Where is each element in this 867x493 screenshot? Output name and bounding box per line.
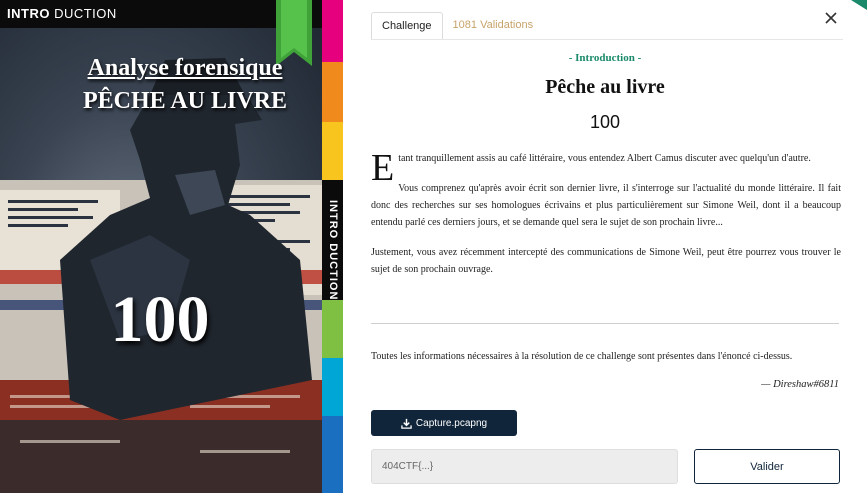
- challenge-cover: INTRO DUCTION Analyse forensique PÊCHE A…: [0, 0, 322, 493]
- spine-band-blue: [322, 416, 343, 493]
- section-divider: [371, 323, 839, 324]
- spine-band-pink: [322, 0, 343, 62]
- cover-score: 100: [110, 283, 210, 356]
- flag-input[interactable]: 404CTF{...}: [371, 449, 678, 484]
- close-icon[interactable]: [823, 10, 839, 26]
- drop-cap: E: [371, 147, 395, 189]
- brand-logo: INTRO DUCTION: [7, 6, 117, 21]
- tab-challenge[interactable]: Challenge: [371, 12, 443, 40]
- tab-bar: Challenge 1081 Validations: [371, 12, 543, 40]
- spine-label: INTRO DUCTION: [327, 200, 339, 301]
- spine-band-cyan: [322, 358, 343, 416]
- corner-accent-icon: [851, 0, 867, 10]
- submit-button[interactable]: Valider: [694, 449, 840, 484]
- download-attachment-button[interactable]: Capture.pcapng: [371, 410, 517, 436]
- description-paragraph-2: Vous comprenez qu'après avoir écrit son …: [371, 183, 841, 228]
- challenge-author: — Direshaw#6811: [761, 379, 839, 390]
- tab-divider: [371, 39, 843, 40]
- spine-band-orange: [322, 62, 343, 122]
- spine-band-yellow: [322, 122, 343, 180]
- download-label: Capture.pcapng: [415, 417, 488, 429]
- challenge-panel: Challenge 1081 Validations - Introductio…: [343, 0, 867, 493]
- cover-category: Analyse forensique: [87, 55, 283, 81]
- challenge-category: - Introduction -: [568, 52, 642, 64]
- book-spine: INTRO DUCTION: [322, 0, 343, 493]
- challenge-points: 100: [589, 112, 621, 132]
- paragraph-1-text: tant tranquillement assis au café littér…: [398, 153, 811, 164]
- tab-validations[interactable]: 1081 Validations: [443, 12, 544, 40]
- description-paragraph-1: Etant tranquillement assis au café litté…: [371, 149, 841, 187]
- challenge-description: Etant tranquillement assis au café litté…: [371, 149, 841, 291]
- info-note: Toutes les informations nécessaires à la…: [371, 351, 793, 362]
- spine-band-green: [322, 300, 343, 358]
- description-paragraph-3: Justement, vous avez récemment intercept…: [371, 247, 841, 275]
- cover-title: PÊCHE AU LIVRE: [82, 88, 288, 114]
- download-icon: [401, 418, 412, 429]
- challenge-title: Pêche au livre: [545, 76, 665, 98]
